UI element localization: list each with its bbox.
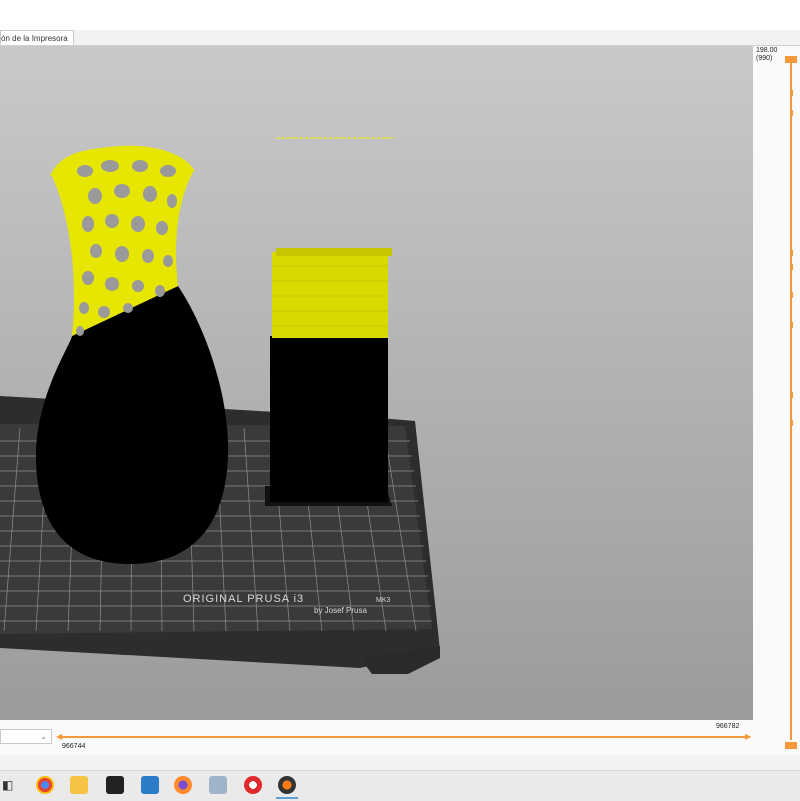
layer-tick (790, 250, 793, 256)
bed-model-label: MK3 (376, 597, 391, 604)
toolbar-area (0, 0, 800, 30)
layer-slider-panel (753, 46, 800, 755)
layer-top-height: 198.00 (756, 47, 778, 54)
task-view-icon[interactable]: ◧ (2, 778, 13, 792)
view-type-select[interactable]: ⌄ (0, 729, 52, 744)
mail-icon[interactable] (141, 776, 159, 794)
layer-slider-track[interactable] (790, 60, 792, 740)
record-icon[interactable] (244, 776, 262, 794)
layer-slider-top-label: 198.00 (990) (756, 47, 777, 63)
file-explorer-icon[interactable] (70, 776, 88, 794)
moves-left-value: 966744 (62, 743, 86, 750)
layer-tick (790, 392, 793, 398)
prusaslicer-icon[interactable] (278, 776, 296, 794)
firefox-icon[interactable] (174, 776, 192, 794)
layer-slider-top-thumb[interactable] (785, 56, 797, 63)
chrome-icon[interactable] (36, 776, 54, 794)
box-model[interactable] (265, 248, 392, 506)
layer-top-number: (990) (756, 55, 773, 62)
chevron-down-icon: ⌄ (40, 732, 47, 741)
moves-slider-track[interactable] (60, 736, 750, 738)
active-app-indicator (276, 797, 298, 799)
layer-tick (790, 292, 793, 298)
3d-preview-viewport[interactable]: ORIGINAL PRUSA i3 MK3 by Josef Prusa (0, 46, 753, 720)
layer-tick (790, 110, 793, 116)
bed-author-label: by Josef Prusa (314, 606, 367, 615)
preview-scene: ORIGINAL PRUSA i3 MK3 by Josef Prusa (0, 137, 440, 674)
moves-right-value: 966782 (716, 723, 740, 730)
layer-slider-bottom-thumb[interactable] (785, 742, 797, 749)
layer-tick (790, 90, 793, 96)
tab-printer-settings[interactable]: ón de la Impresora (0, 30, 74, 46)
calculator-icon[interactable] (209, 776, 227, 794)
vase-model[interactable] (36, 145, 229, 564)
store-icon[interactable] (106, 776, 124, 794)
layer-tick (790, 264, 793, 270)
bed-brand-label: ORIGINAL PRUSA i3 (183, 593, 304, 605)
layer-tick (790, 420, 793, 426)
moves-slider-right-thumb[interactable]: ▶ (745, 733, 751, 741)
layer-tick (790, 322, 793, 328)
